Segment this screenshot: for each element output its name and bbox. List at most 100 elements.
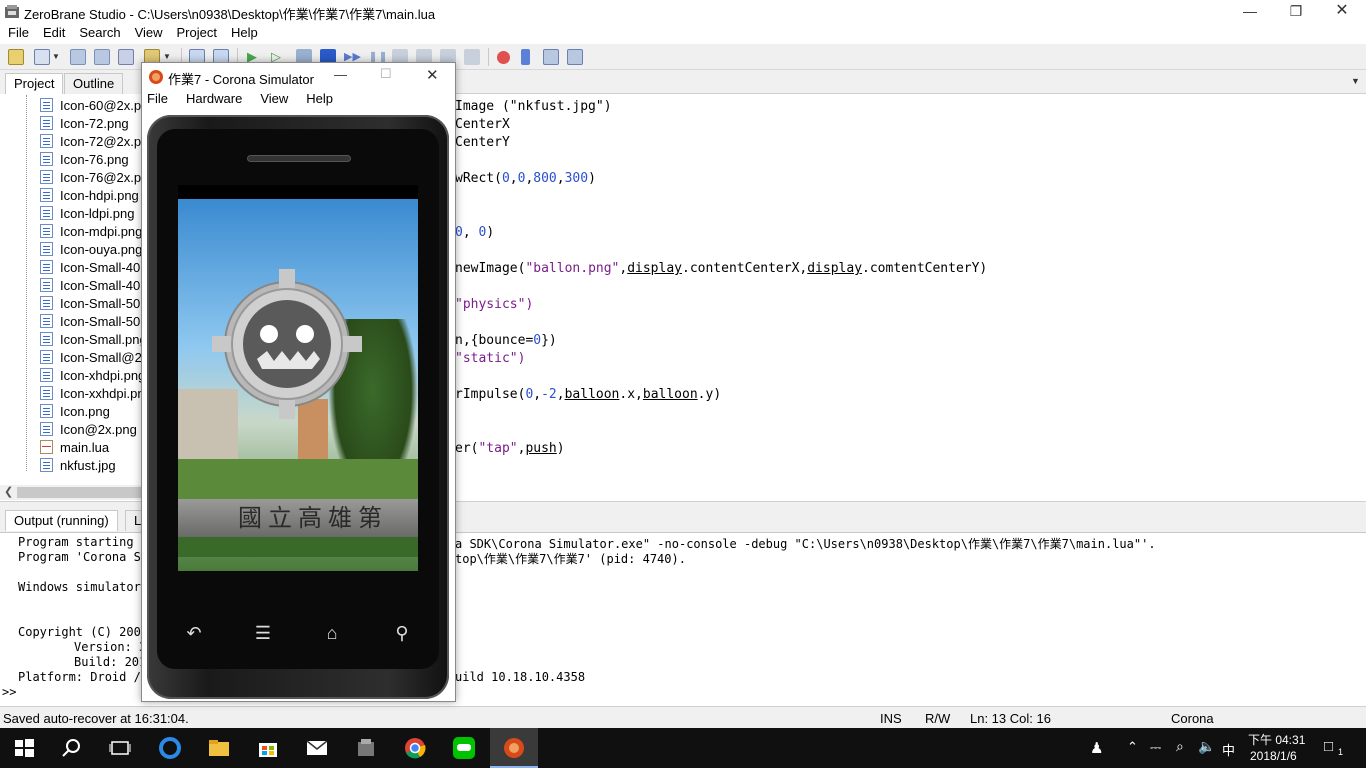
start-windows-icon[interactable] xyxy=(12,736,36,760)
sim-menu-view[interactable]: View xyxy=(248,90,294,108)
task-view-icon[interactable] xyxy=(108,736,132,760)
tree-item[interactable]: Icon-hdpi.png xyxy=(40,187,139,205)
menu-help[interactable]: Help xyxy=(224,24,265,42)
restore-button[interactable]: ❐ xyxy=(1273,0,1319,24)
console-prompt[interactable]: >> xyxy=(2,685,16,699)
simulator-maximize-button[interactable]: ☐ xyxy=(380,66,392,82)
edge-browser-icon[interactable] xyxy=(158,736,182,760)
tree-item[interactable]: Icon-Small-50@2x.png xyxy=(40,313,143,331)
tab-output[interactable]: Output (running) xyxy=(5,510,118,531)
tree-item[interactable]: Icon-Small-50.png xyxy=(40,295,143,313)
minimize-button[interactable]: — xyxy=(1227,0,1273,24)
device-screen[interactable]: 國立高雄第 xyxy=(178,185,418,571)
sim-menu-file[interactable]: File xyxy=(142,90,174,108)
tree-item[interactable]: Icon-xhdpi.png xyxy=(40,367,143,385)
tree-item[interactable]: nkfust.jpg xyxy=(40,457,116,475)
tree-item[interactable]: Icon-72@2x.png xyxy=(40,133,143,151)
tab-list-dropdown-icon[interactable]: ▼ xyxy=(1351,76,1360,86)
corona-app-icon xyxy=(149,70,163,84)
open-file-icon[interactable] xyxy=(34,49,50,65)
tree-item[interactable]: Icon-72.png xyxy=(40,115,129,133)
close-button[interactable]: ✕ xyxy=(1319,0,1365,24)
project-directory-icon[interactable] xyxy=(118,49,134,65)
tree-item[interactable]: Icon-ldpi.png xyxy=(40,205,134,223)
menu-file[interactable]: File xyxy=(0,24,36,42)
back-key-icon[interactable]: ↶ xyxy=(174,623,214,644)
corona-taskbar-active[interactable] xyxy=(490,728,538,768)
home-key-icon[interactable]: ⌂ xyxy=(312,623,352,644)
output-line: Program 'Corona Si xyxy=(18,550,149,564)
project-tree: Icon-60@2x.png Icon-72.png Icon-72@2x.pn… xyxy=(0,95,143,485)
save-icon[interactable] xyxy=(70,49,86,65)
menu-key-icon[interactable]: ☰ xyxy=(243,623,283,644)
search-key-icon[interactable]: ⚲ xyxy=(382,623,422,644)
simulator-minimize-button[interactable]: — xyxy=(334,67,347,82)
clock-date[interactable]: 2018/1/6 xyxy=(1250,749,1297,763)
input-method-indicator[interactable]: 中 xyxy=(1222,740,1235,759)
tree-item[interactable]: Icon-60@2x.png xyxy=(40,97,143,115)
file-explorer-icon[interactable] xyxy=(207,736,231,760)
code-editor[interactable]: Image ("nkfust.jpg") CenterX CenterY wRe… xyxy=(455,95,1366,501)
tree-horizontal-scrollbar[interactable]: ❮ xyxy=(0,485,143,500)
zerobrane-taskbar-icon[interactable] xyxy=(354,736,378,760)
save-all-icon[interactable] xyxy=(94,49,110,65)
tree-item[interactable]: Icon.png xyxy=(40,403,110,421)
scroll-left-icon[interactable]: ❮ xyxy=(4,485,13,498)
tree-item[interactable]: Icon-Small.png xyxy=(40,331,143,349)
tree-item[interactable]: Icon-Small@2x.png xyxy=(40,349,143,367)
tree-item[interactable]: Icon-76@2x.png xyxy=(40,169,143,187)
tree-item[interactable]: Icon-mdpi.png xyxy=(40,223,142,241)
menu-search[interactable]: Search xyxy=(72,24,127,42)
menu-view[interactable]: View xyxy=(128,24,170,42)
code-line: CenterX xyxy=(455,117,510,132)
wifi-icon[interactable]: ⌕ xyxy=(1176,738,1184,755)
run-to-cursor-icon[interactable] xyxy=(464,49,480,65)
editor-tab-strip: ▼ xyxy=(455,70,1366,94)
image-file-icon xyxy=(40,368,53,382)
stack-window-icon[interactable] xyxy=(567,49,583,65)
mail-icon[interactable] xyxy=(305,736,329,760)
image-file-icon xyxy=(40,404,53,418)
search-icon[interactable] xyxy=(60,736,84,760)
output-line: Program starting a xyxy=(18,535,149,549)
tab-outline[interactable]: Outline xyxy=(64,73,124,94)
tree-item-main-lua[interactable]: main.lua xyxy=(40,439,109,457)
chrome-icon[interactable] xyxy=(403,736,427,760)
toggle-breakpoint-icon[interactable] xyxy=(497,51,510,64)
show-hidden-icons[interactable]: ⌃ xyxy=(1127,739,1138,755)
corona-simulator-window: 作業7 - Corona Simulator — ☐ ✕ File Hardwar… xyxy=(141,62,456,702)
image-file-icon xyxy=(40,98,53,112)
sim-menu-hardware[interactable]: Hardware xyxy=(174,90,248,108)
scrollbar-thumb[interactable] xyxy=(17,487,143,498)
people-icon[interactable]: ♟ xyxy=(1090,739,1103,757)
simulator-close-button[interactable]: ✕ xyxy=(426,66,439,84)
volume-icon[interactable]: 🔈 xyxy=(1198,738,1215,755)
tree-item[interactable]: Icon-Small-40@2x.png xyxy=(40,277,143,295)
status-interpreter[interactable]: Corona xyxy=(1171,711,1214,726)
menu-bar: File Edit Search View Project Help xyxy=(0,24,1366,44)
store-icon[interactable] xyxy=(256,736,280,760)
action-center-icon[interactable]: □ xyxy=(1324,738,1333,755)
menu-project[interactable]: Project xyxy=(170,24,224,42)
status-read-write: R/W xyxy=(925,711,951,726)
open-dropdown-icon[interactable]: ▼ xyxy=(52,49,62,65)
image-file-icon xyxy=(40,152,53,166)
tree-item[interactable]: Icon-76.png xyxy=(40,151,129,169)
campus-background-image: 國立高雄第 xyxy=(178,199,418,571)
tree-item[interactable]: Icon-ouya.png xyxy=(40,241,142,259)
tree-item[interactable]: Icon-xxhdpi.png xyxy=(40,385,143,403)
sim-menu-help[interactable]: Help xyxy=(294,90,339,108)
code-line: wRect(0,0,800,300) xyxy=(455,171,596,186)
bookmark-icon[interactable] xyxy=(521,49,530,65)
tree-item[interactable]: Icon-Small-40.png xyxy=(40,259,143,277)
watch-window-icon[interactable] xyxy=(543,49,559,65)
menu-edit[interactable]: Edit xyxy=(36,24,72,42)
tree-item[interactable]: Icon@2x.png xyxy=(40,421,137,439)
line-app-icon[interactable] xyxy=(452,736,476,760)
status-insert-mode: INS xyxy=(880,711,902,726)
tab-project[interactable]: Project xyxy=(5,73,64,94)
new-file-icon[interactable] xyxy=(8,49,24,65)
clock-time[interactable]: 下午 04:31 xyxy=(1248,731,1305,748)
power-icon[interactable]: ⎓ xyxy=(1150,739,1161,756)
code-line: rImpulse(0,-2,balloon.x,balloon.y) xyxy=(455,387,722,402)
